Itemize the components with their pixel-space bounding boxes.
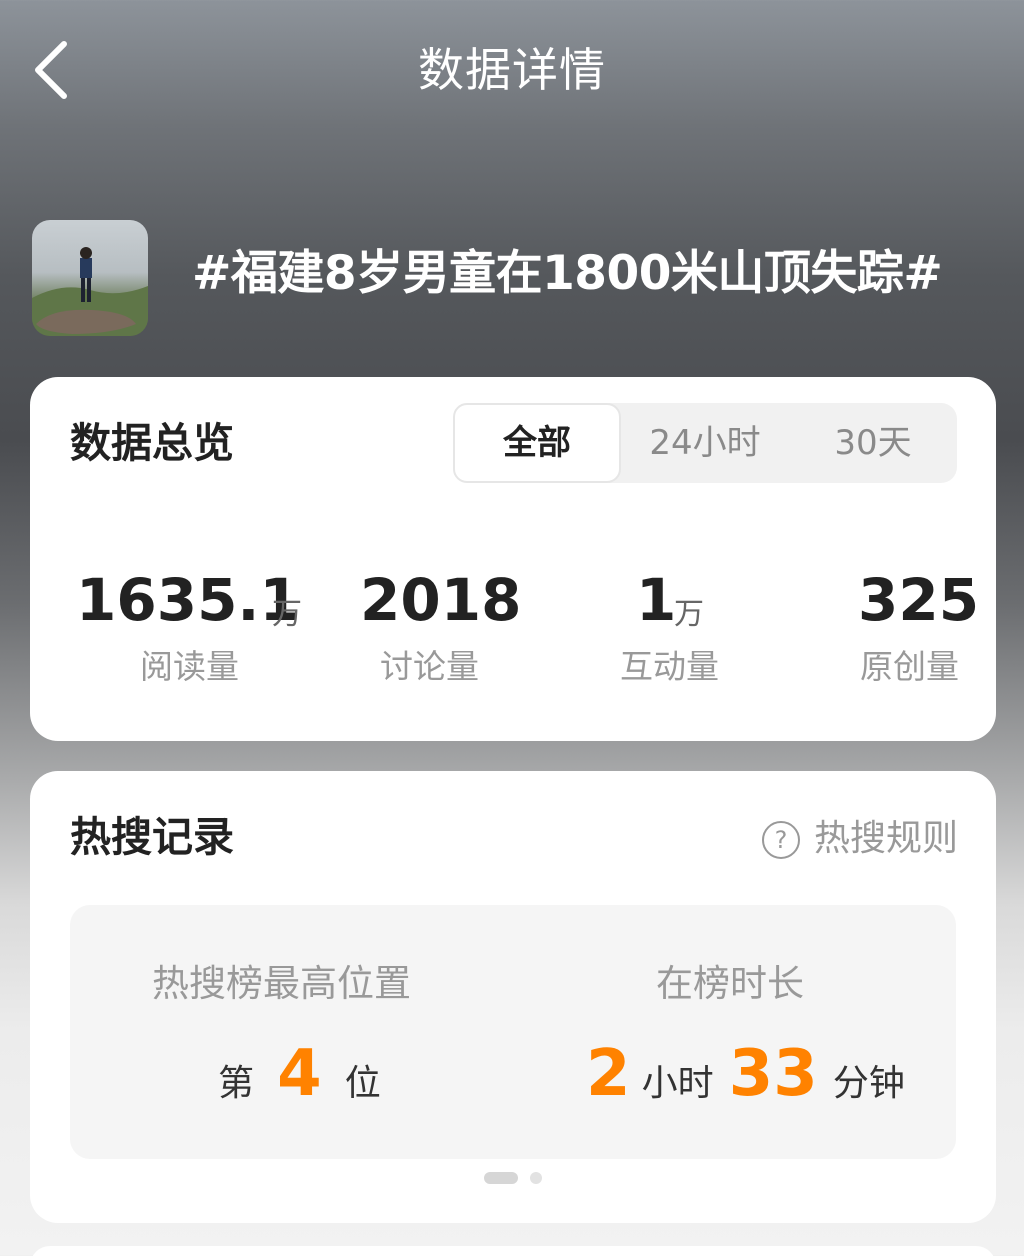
duration-minutes-unit: 分钟 — [832, 1063, 905, 1104]
page-dot-active — [484, 1172, 519, 1184]
tab-24h[interactable]: 24小时 — [621, 403, 789, 483]
time-range-tabs: 全部 24小时 30天 — [453, 403, 957, 483]
stat-originals: 325 原创量 — [856, 565, 980, 686]
hot-search-stats-panel: 热搜榜最高位置 第 4 位 在榜时长 2 小时 33 分钟 — [70, 905, 956, 1159]
stat-value: 2018 — [360, 566, 522, 634]
duration-value: 2 小时 33 分钟 — [586, 1037, 905, 1117]
hot-search-rules-link[interactable]: ? 热搜规则 — [762, 815, 964, 863]
stat-label: 讨论量 — [380, 647, 479, 686]
tab-30d[interactable]: 30天 — [789, 403, 957, 483]
stat-label: 互动量 — [620, 647, 719, 686]
stat-value: 1635.1 — [76, 566, 300, 634]
stat-value: 325 — [858, 566, 980, 634]
topic-title: #福建8岁男童在1800米山顶失踪# — [192, 246, 943, 301]
header: 数据详情 — [0, 0, 1024, 140]
stat-interactions: 1 万 互动量 — [620, 565, 760, 686]
hot-search-card: 热搜记录 ? 热搜规则 热搜榜最高位置 第 4 位 在榜时长 2 小时 33 分… — [30, 771, 996, 1223]
topic-thumbnail-image — [32, 247, 148, 336]
tab-all[interactable]: 全部 — [453, 403, 621, 483]
next-card — [30, 1246, 996, 1256]
rank-prefix: 第 — [218, 1063, 255, 1104]
page-dot — [529, 1172, 542, 1184]
page-title: 数据详情 — [418, 43, 606, 97]
topic-avatar[interactable] — [32, 220, 148, 336]
rank-number: 4 — [277, 1037, 322, 1111]
stat-label: 阅读量 — [140, 647, 239, 686]
duration-hours-unit: 小时 — [641, 1063, 714, 1104]
stat-label: 原创量 — [860, 647, 959, 686]
topic-header: #福建8岁男童在1800米山顶失踪# — [32, 220, 1002, 336]
duration-label: 在榜时长 — [656, 962, 804, 1005]
question-circle-icon: ? — [762, 821, 800, 859]
hot-search-rules-label: 热搜规则 — [814, 818, 959, 859]
stat-reads: 1635.1 万 阅读量 — [76, 565, 316, 686]
data-overview-card: 数据总览 全部 24小时 30天 1635.1 万 阅读量 2018 讨论量 1… — [30, 377, 996, 741]
rank-suffix: 位 — [344, 1063, 381, 1104]
overview-heading: 数据总览 — [70, 419, 234, 467]
highest-position-label: 热搜榜最高位置 — [152, 962, 411, 1005]
hot-search-heading: 热搜记录 — [70, 813, 234, 861]
highest-position-value: 第 4 位 — [218, 1037, 381, 1117]
duration-hours: 2 — [586, 1037, 631, 1111]
stat-discussions: 2018 讨论量 — [360, 565, 522, 686]
duration-minutes: 33 — [728, 1037, 818, 1111]
page-indicator — [30, 1169, 996, 1184]
stat-value: 1 — [636, 566, 677, 634]
